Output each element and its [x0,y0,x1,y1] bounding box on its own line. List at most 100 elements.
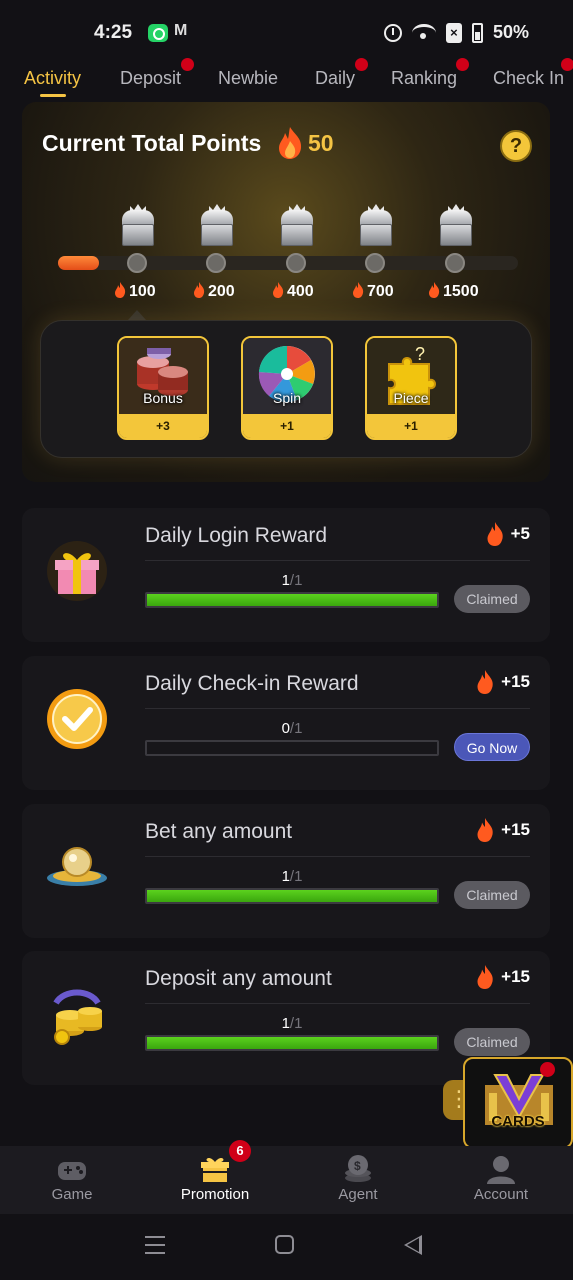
nav-account[interactable]: Account [446,1146,556,1214]
milestone-label: 1500 [428,282,479,301]
milestone-label: 200 [193,282,235,301]
go-now-button[interactable]: Go Now [454,733,530,761]
reward-panel: Bonus +3 Spin +1 ? Piece +1 [40,320,532,458]
reward-spin[interactable]: Spin +1 [241,336,333,440]
chest-icon[interactable] [438,204,474,248]
svg-text:$: $ [354,1159,361,1173]
task-progress-fill [147,890,437,902]
back-icon[interactable] [404,1235,422,1255]
gift-icon [201,1157,229,1182]
claimed-button[interactable]: Claimed [454,585,530,613]
cards-floating-button[interactable]: CARDS [463,1057,573,1149]
tab-newbie[interactable]: Newbie [218,68,278,89]
task-daily-checkin: Daily Check-in Reward +15 0/1 Go Now [22,656,550,790]
task-progress-fill [147,594,437,606]
task-reward: +15 [475,965,530,989]
recent-apps-icon[interactable] [145,1236,165,1254]
claimed-button[interactable]: Claimed [454,881,530,909]
nav-agent[interactable]: $ Agent [303,1146,413,1214]
divider [145,708,530,709]
tab-ranking-dot [456,58,469,71]
claimed-button[interactable]: Claimed [454,1028,530,1056]
reward-count: +1 [243,414,331,438]
task-progress-bar [145,1035,439,1051]
category-tabs: Activity Deposit Newbie Daily Ranking Ch… [0,58,573,102]
nav-label: Promotion [180,1186,250,1203]
flame-icon [477,965,493,989]
nav-game[interactable]: Game [17,1146,127,1214]
tab-ranking[interactable]: Ranking [391,68,457,89]
tab-check-in-dot [561,58,573,71]
task-reward: +15 [475,818,530,842]
tab-deposit-dot [181,58,194,71]
reward-count: +1 [367,414,455,438]
tab-deposit[interactable]: Deposit [120,68,181,89]
chest-icon[interactable] [279,204,315,248]
nav-label: Agent [338,1186,378,1203]
flame-icon [477,818,493,842]
active-tab-indicator [40,94,66,97]
milestone-node [206,253,226,273]
flame-icon [353,282,364,298]
tab-daily-dot [355,58,368,71]
status-bar: 4:25 M × 50% [0,0,573,58]
flame-icon [115,282,126,298]
chest-icon[interactable] [358,204,394,248]
wifi-icon [411,23,436,42]
tab-check-in[interactable]: Check In [493,68,564,89]
flame-icon [429,282,440,298]
points-progress-fill [58,256,100,270]
coin-agent-icon: $ [345,1155,371,1182]
whatsapp-icon [148,24,168,42]
battery-icon [471,22,483,43]
bottom-nav: Game Promotion $ Agent Account [0,1146,573,1214]
task-progress-bar [145,740,439,756]
nav-label: Account [473,1186,529,1203]
reward-bonus[interactable]: Bonus +3 [117,336,209,440]
checkmark-badge-icon [47,689,107,749]
home-icon[interactable] [275,1235,294,1254]
reward-panel-pointer [128,310,146,320]
task-progress-bar [145,592,439,608]
chest-icon[interactable] [199,204,235,248]
alarm-icon [383,23,402,42]
divider [145,560,530,561]
task-title: Bet any amount [145,820,293,843]
status-time: 4:25 [94,22,133,43]
reward-label: Bonus [143,390,183,406]
tab-daily[interactable]: Daily [315,68,355,89]
task-reward: +5 [485,522,530,546]
task-reward: +15 [475,670,530,694]
milestone-node [445,253,465,273]
reward-label: Spin [272,390,302,406]
flame-icon [273,282,284,298]
user-icon [487,1156,515,1184]
milestone-node [365,253,385,273]
milestone-label: 400 [272,282,314,301]
coin-stack-arrow-icon [53,989,102,1045]
task-title: Deposit any amount [145,967,332,990]
cards-label: CARDS [491,1113,545,1130]
reward-piece[interactable]: ? Piece +1 [365,336,457,440]
task-progress-text: 0/1 [281,720,303,737]
gmail-icon: M [174,22,188,39]
points-card: Current Total Points 50 ? 100 200 400 70… [22,102,550,482]
svg-text:?: ? [415,344,425,364]
chest-icon[interactable] [120,204,156,248]
tab-activity[interactable]: Activity [24,68,81,89]
milestone-label: 700 [352,282,394,301]
nav-label: Game [51,1186,93,1203]
cards-notification-dot [540,1062,555,1077]
task-progress-text: 1/1 [281,1015,303,1032]
task-progress-fill [147,1037,437,1049]
points-value: 50 [308,130,334,156]
gift-box-icon [47,541,107,601]
help-icon[interactable]: ? [500,130,532,162]
divider [145,1003,530,1004]
flame-icon [477,670,493,694]
milestone-node [286,253,306,273]
nav-promotion[interactable]: Promotion [160,1146,270,1214]
promotion-badge: 6 [229,1140,251,1162]
task-daily-login: Daily Login Reward +5 1/1 Claimed [22,508,550,642]
flame-icon [194,282,205,298]
